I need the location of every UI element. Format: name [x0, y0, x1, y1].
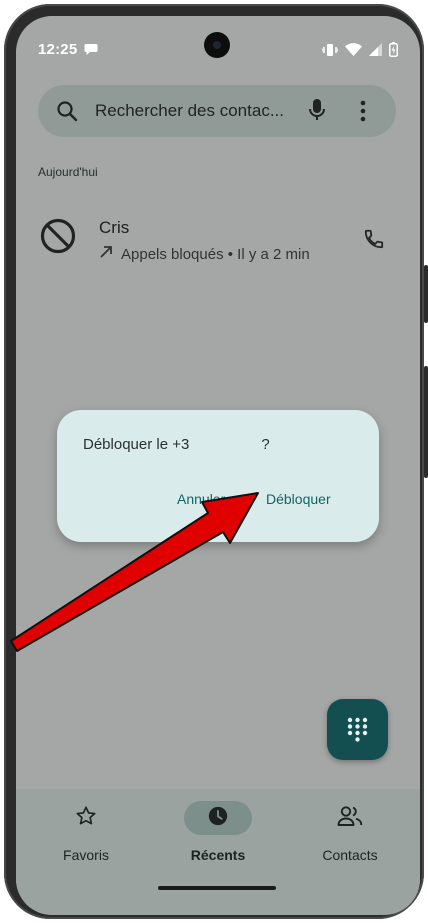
call-detail-text: Appels bloqués • Il y a 2 min: [121, 245, 310, 263]
nav-label-contacts: Contacts: [322, 847, 378, 863]
unblock-dialog: Débloquer le +3? Annuler Débloquer: [57, 410, 379, 542]
nav-icon-container: [184, 801, 252, 835]
front-camera: [204, 32, 230, 58]
nav-icon-container: [52, 801, 120, 835]
nav-item-favorites[interactable]: Favoris: [21, 789, 151, 889]
status-time: 12:25: [38, 41, 78, 58]
dialpad-icon: [347, 717, 368, 742]
call-log-row[interactable]: Cris Appels bloqués • Il y a 2 min: [16, 204, 420, 276]
battery-icon: [389, 42, 398, 62]
dialog-title: Débloquer le +3?: [83, 436, 270, 453]
status-icons: [321, 42, 398, 62]
phone-call-icon[interactable]: [363, 228, 385, 255]
nav-item-recents[interactable]: Récents: [153, 789, 283, 889]
outgoing-arrow-icon: [99, 245, 113, 263]
nav-label-recents: Récents: [190, 847, 246, 863]
volume-button: [424, 366, 428, 478]
bottom-navigation: Favoris Récents Contacts: [16, 789, 420, 915]
section-header-today: Aujourd'hui: [38, 165, 98, 179]
dialog-title-prefix: Débloquer le +3: [83, 436, 190, 453]
power-button: [424, 265, 428, 323]
nav-icon-container: [316, 801, 384, 835]
vibrate-icon: [321, 43, 339, 62]
contact-name: Cris: [99, 218, 130, 237]
people-icon: [337, 805, 363, 832]
signal-icon: [369, 43, 382, 61]
search-input[interactable]: Rechercher des contac...: [95, 101, 284, 121]
star-icon: [75, 805, 97, 832]
nav-label-favorites: Favoris: [63, 847, 109, 863]
nav-item-contacts[interactable]: Contacts: [285, 789, 415, 889]
dialpad-button[interactable]: [327, 699, 388, 760]
search-icon: [56, 100, 78, 127]
dialog-title-suffix: ?: [261, 436, 270, 453]
status-bar: 12:25: [16, 16, 420, 62]
cancel-button[interactable]: Annuler: [177, 491, 225, 507]
search-bar[interactable]: Rechercher des contac...: [38, 85, 396, 137]
blocked-icon: [40, 218, 76, 259]
home-indicator: [158, 886, 276, 890]
chat-bubble-icon: [84, 43, 98, 61]
microphone-icon[interactable]: [308, 98, 326, 127]
more-options-icon[interactable]: [360, 100, 366, 127]
clock-icon: [207, 805, 229, 832]
call-detail: Appels bloqués • Il y a 2 min: [99, 245, 310, 263]
wifi-icon: [345, 43, 362, 61]
unblock-button[interactable]: Débloquer: [266, 491, 331, 507]
screen: 12:25 Rechercher des contac... Aujourd'h…: [16, 16, 420, 915]
